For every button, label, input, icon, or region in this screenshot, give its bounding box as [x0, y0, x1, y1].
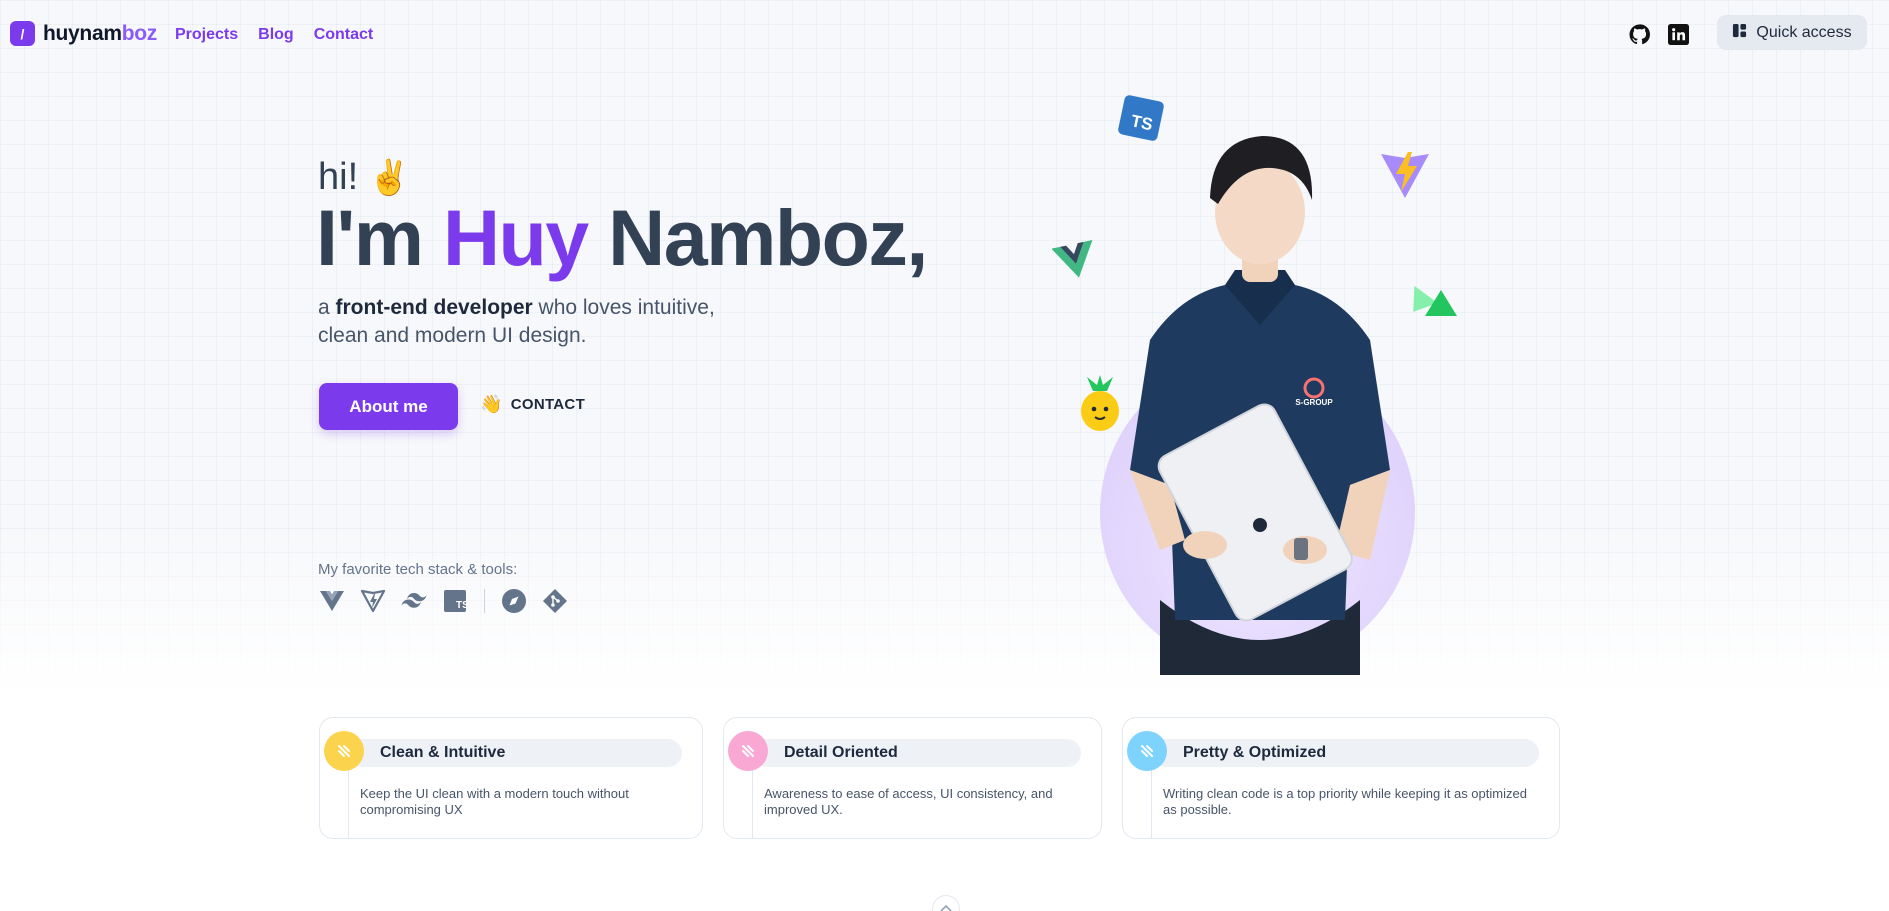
grid-icon [1732, 23, 1747, 43]
git-icon[interactable] [541, 587, 569, 615]
nuxt-logo [1405, 280, 1461, 331]
tech-stack-label: My favorite tech stack & tools: [318, 561, 518, 578]
about-me-button[interactable]: About me [319, 383, 458, 430]
sparkle-icon [1127, 731, 1167, 771]
quick-access-button[interactable]: Quick access [1717, 15, 1867, 50]
scroll-down-button[interactable] [932, 895, 960, 911]
tech-stack-icons: TS [318, 587, 569, 615]
shirt-logo-text: S-GROUP [1295, 398, 1333, 407]
hero-subtitle: a front-end developer who loves intuitiv… [318, 296, 715, 347]
card-divider [348, 764, 349, 838]
feature-card-detail: Detail Oriented Awareness to ease of acc… [723, 717, 1102, 839]
typescript-badge: TS [1118, 95, 1164, 146]
contact-button[interactable]: 👋 CONTACT [480, 394, 585, 415]
nav-projects[interactable]: Projects [175, 26, 238, 44]
main-nav: Projects Blog Contact [175, 26, 373, 44]
vue-logo [1051, 236, 1098, 287]
site-logo[interactable]: / huynamboz [10, 21, 157, 46]
nav-blog[interactable]: Blog [258, 26, 294, 44]
feature-title: Detail Oriented [752, 739, 1081, 767]
svg-text:TS: TS [456, 600, 466, 611]
quick-access-label: Quick access [1756, 23, 1852, 41]
card-divider [752, 764, 753, 838]
feature-card-optimized: Pretty & Optimized Writing clean code is… [1122, 717, 1560, 839]
typescript-icon[interactable]: TS [441, 587, 469, 615]
vite-icon[interactable] [359, 587, 387, 615]
compass-icon[interactable] [500, 587, 528, 615]
contact-label: CONTACT [510, 396, 586, 413]
sparkle-icon [728, 731, 768, 771]
waving-hand-emoji: 👋 [480, 394, 503, 414]
feature-title: Clean & Intuitive [348, 739, 682, 767]
vite-logo [1378, 148, 1432, 207]
feature-desc: Awareness to ease of access, UI consiste… [764, 786, 1053, 817]
card-divider [1151, 764, 1152, 838]
feature-title: Pretty & Optimized [1151, 739, 1539, 767]
pineapple-emoji [1073, 373, 1127, 440]
site-header: / huynamboz Projects Blog Contact Quick … [0, 0, 1889, 68]
chevron-up-icon [939, 900, 953, 911]
nav-contact[interactable]: Contact [314, 26, 374, 44]
logo-mark: / [10, 21, 35, 46]
linkedin-icon[interactable] [1667, 23, 1689, 45]
tool-separator [484, 589, 485, 613]
tailwind-icon[interactable] [400, 587, 428, 615]
sparkle-icon [324, 731, 364, 771]
feature-desc: Writing clean code is a top priority whi… [1163, 786, 1527, 817]
feature-desc: Keep the UI clean with a modern touch wi… [360, 786, 629, 817]
github-icon[interactable] [1628, 23, 1650, 45]
feature-card-clean: Clean & Intuitive Keep the UI clean with… [319, 717, 703, 839]
hero-headline: I'm Huy Namboz, [316, 193, 928, 282]
background-fade [0, 520, 1889, 911]
vue-icon[interactable] [318, 587, 346, 615]
logo-text: huynamboz [43, 21, 157, 45]
